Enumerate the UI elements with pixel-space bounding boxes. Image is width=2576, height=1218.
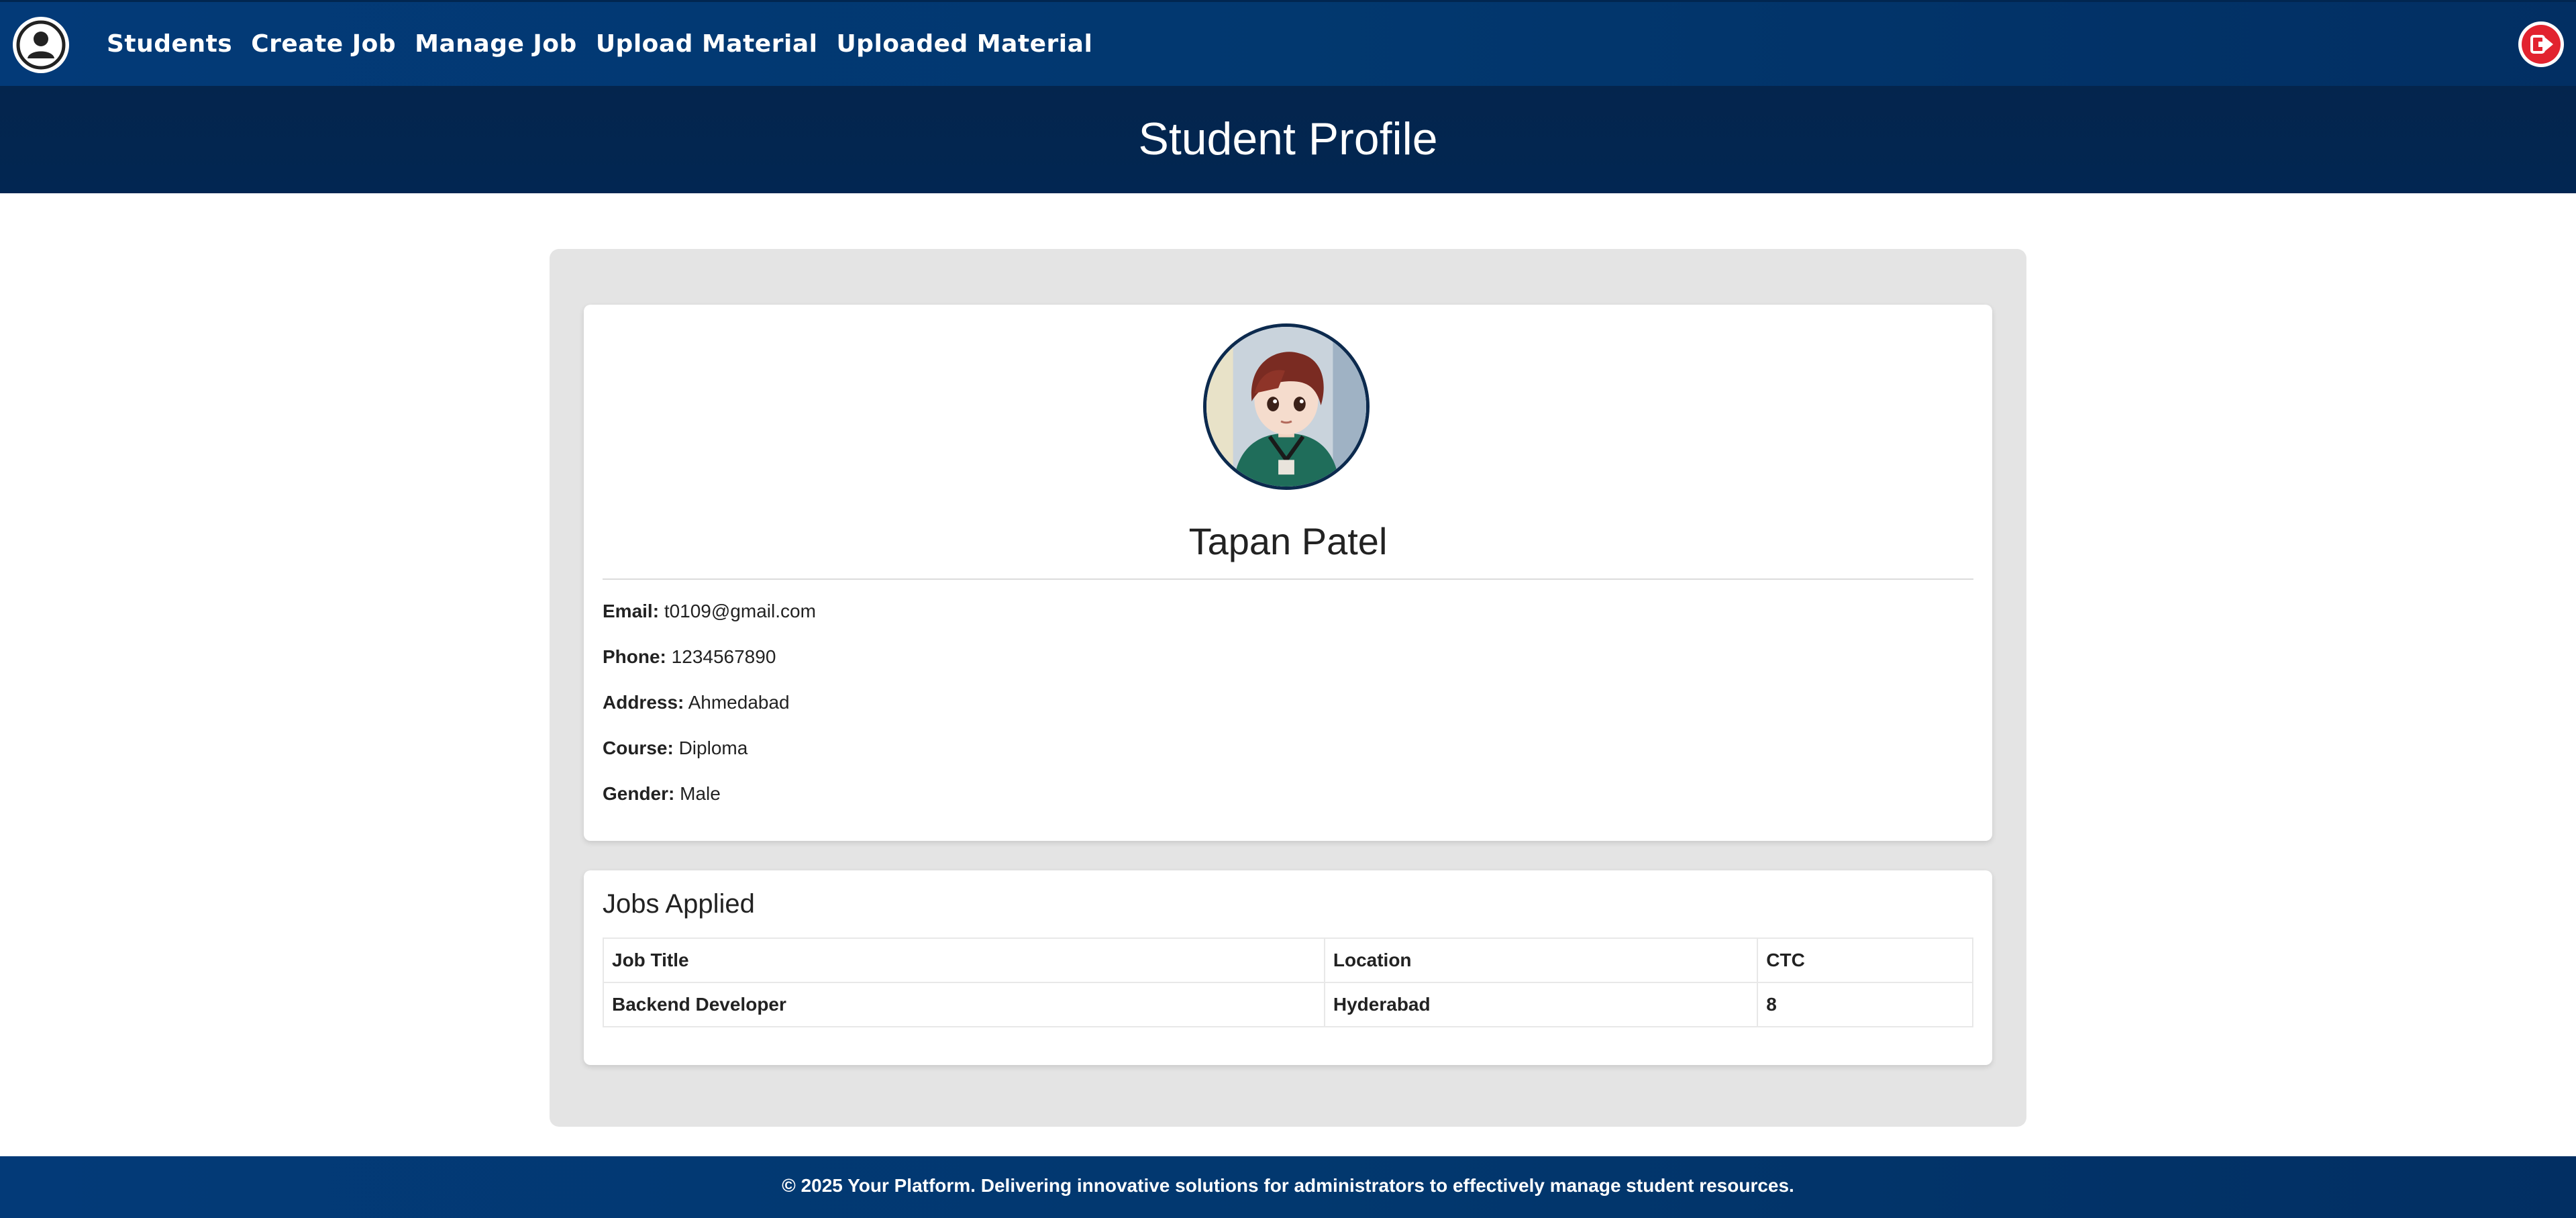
gender-value: Male bbox=[680, 783, 721, 804]
footer: © 2025 Your Platform. Delivering innovat… bbox=[0, 1156, 2576, 1218]
email-row: Email: t0109@gmail.com bbox=[603, 600, 816, 646]
column-header-ctc: CTC bbox=[1757, 937, 1973, 983]
gender-label: Gender: bbox=[603, 783, 675, 804]
table-header-row: Job Title Location CTC bbox=[603, 937, 1973, 983]
column-header-location: Location bbox=[1323, 937, 1759, 983]
jobs-table: Job Title Location CTC Backend Developer… bbox=[603, 937, 1973, 1027]
profile-panel: Tapan Patel Email: t0109@gmail.com Phone… bbox=[550, 249, 2026, 1127]
table-row: Backend Developer Hyderabad 8 bbox=[603, 982, 1973, 1027]
nav-item-students[interactable]: Students bbox=[107, 30, 232, 58]
gender-row: Gender: Male bbox=[603, 782, 816, 828]
course-value: Diploma bbox=[678, 738, 748, 758]
title-band: Student Profile bbox=[0, 86, 2576, 193]
footer-text: © 2025 Your Platform. Delivering innovat… bbox=[782, 1175, 1794, 1196]
course-row: Course: Diploma bbox=[603, 737, 816, 782]
email-value: t0109@gmail.com bbox=[664, 601, 816, 621]
profile-details: Email: t0109@gmail.com Phone: 1234567890… bbox=[603, 600, 816, 828]
page-title: Student Profile bbox=[1138, 113, 1438, 164]
phone-label: Phone: bbox=[603, 646, 666, 667]
nav-links: Students Create Job Manage Job Upload Ma… bbox=[107, 2, 1092, 86]
ctc-cell: 8 bbox=[1757, 982, 1973, 1027]
logout-icon[interactable] bbox=[2518, 21, 2564, 67]
top-navbar: Students Create Job Manage Job Upload Ma… bbox=[0, 0, 2576, 86]
jobs-applied-card: Jobs Applied Job Title Location CTC Back… bbox=[584, 870, 1992, 1065]
phone-row: Phone: 1234567890 bbox=[603, 646, 816, 691]
nav-item-create-job[interactable]: Create Job bbox=[251, 30, 396, 58]
phone-value: 1234567890 bbox=[671, 646, 776, 667]
nav-item-manage-job[interactable]: Manage Job bbox=[415, 30, 577, 58]
jobs-applied-heading: Jobs Applied bbox=[603, 889, 755, 919]
student-avatar bbox=[1203, 323, 1370, 490]
job-title-cell: Backend Developer bbox=[603, 982, 1325, 1027]
nav-item-uploaded-material[interactable]: Uploaded Material bbox=[836, 30, 1092, 58]
location-cell: Hyderabad bbox=[1323, 982, 1759, 1027]
column-header-job-title: Job Title bbox=[603, 937, 1325, 983]
course-label: Course: bbox=[603, 738, 674, 758]
student-name: Tapan Patel bbox=[1188, 520, 1388, 562]
nav-item-upload-material[interactable]: Upload Material bbox=[596, 30, 818, 58]
address-value: Ahmedabad bbox=[688, 692, 790, 713]
address-row: Address: Ahmedabad bbox=[603, 691, 816, 737]
user-circle-icon[interactable] bbox=[13, 17, 69, 73]
email-label: Email: bbox=[603, 601, 660, 621]
address-label: Address: bbox=[603, 692, 684, 713]
profile-card: Tapan Patel Email: t0109@gmail.com Phone… bbox=[584, 305, 1992, 841]
divider bbox=[603, 578, 1973, 580]
